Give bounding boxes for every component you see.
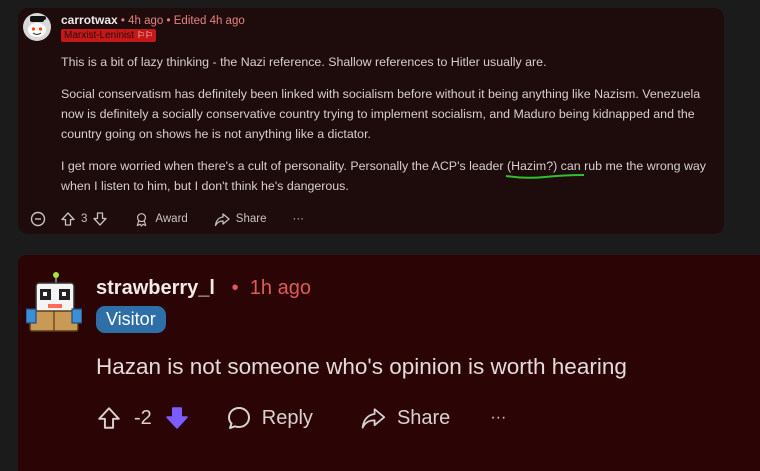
paragraph: I get more worried when there's a cult o… bbox=[61, 156, 711, 196]
upvote-icon[interactable] bbox=[96, 405, 122, 431]
highlighted-text: (Hazim?) bbox=[505, 156, 584, 179]
timestamp[interactable]: 4h ago bbox=[128, 15, 163, 27]
flair-label: Visitor bbox=[106, 309, 156, 329]
vote-controls: -2 bbox=[96, 405, 190, 431]
upvote-icon[interactable] bbox=[60, 211, 76, 227]
comment-strawberry-l: strawberry_l • 1h ago Visitor Hazan is n… bbox=[18, 255, 760, 471]
user-flair: Marxist-Leninist ⚐⚐ bbox=[61, 29, 156, 42]
award-icon bbox=[137, 212, 147, 227]
username[interactable]: strawberry_l bbox=[96, 277, 215, 299]
share-icon bbox=[214, 212, 230, 226]
paragraph: Social conservatism has definitely been … bbox=[61, 87, 701, 141]
share-label: Share bbox=[235, 213, 267, 225]
comment-body: This is a bit of lazy thinking - the Naz… bbox=[61, 52, 711, 208]
collapse-icon bbox=[30, 211, 46, 227]
reply-button[interactable]: Reply bbox=[226, 405, 313, 431]
user-flair: Visitor bbox=[96, 306, 166, 333]
timestamp[interactable]: 1h ago bbox=[250, 277, 311, 299]
snoo-avatar-icon bbox=[23, 13, 51, 41]
share-label: Share bbox=[396, 406, 451, 429]
comment-thread: carrotwax • 4h ago • Edited 4h ago Marxi… bbox=[0, 0, 760, 471]
more-options-button[interactable]: ··· bbox=[490, 409, 506, 427]
flair-label: Marxist-Leninist bbox=[64, 30, 135, 41]
reply-label: Reply bbox=[261, 406, 313, 429]
more-options-icon: ··· bbox=[490, 409, 507, 426]
highlight-label: (Hazim?) bbox=[506, 159, 558, 173]
robot-avatar-icon bbox=[25, 272, 83, 332]
collapse-button[interactable] bbox=[30, 211, 46, 227]
award-button[interactable]: Award bbox=[134, 212, 188, 227]
green-underline-mark bbox=[505, 174, 584, 179]
downvote-active-icon[interactable] bbox=[164, 405, 190, 431]
paragraph: This is a bit of lazy thinking - the Naz… bbox=[61, 55, 547, 69]
separator-dot: • bbox=[166, 15, 174, 27]
paragraph-text: I get more worried when there's a cult o… bbox=[61, 159, 507, 173]
user-avatar[interactable] bbox=[25, 271, 83, 333]
share-button[interactable]: Share bbox=[359, 406, 450, 430]
user-avatar[interactable] bbox=[22, 12, 52, 42]
comment-actions: 3 Award Share ··· bbox=[30, 208, 330, 230]
comment-carrotwax: carrotwax • 4h ago • Edited 4h ago Marxi… bbox=[18, 8, 724, 234]
reply-icon bbox=[227, 407, 250, 429]
more-options-icon: ··· bbox=[292, 213, 304, 225]
separator-dot: • bbox=[220, 277, 245, 299]
share-button[interactable]: Share bbox=[214, 212, 267, 227]
vote-count: 3 bbox=[81, 213, 88, 225]
username[interactable]: carrotwax bbox=[61, 13, 118, 27]
comment-meta: carrotwax • 4h ago • Edited 4h ago bbox=[61, 13, 245, 27]
award-label: Award bbox=[155, 213, 188, 225]
flag-icon: ⚐⚐ bbox=[136, 30, 153, 40]
share-icon bbox=[361, 408, 386, 429]
vote-count: -2 bbox=[134, 406, 152, 429]
comment-body: Hazan is not someone who's opinion is wo… bbox=[96, 354, 627, 379]
vote-controls: 3 bbox=[60, 211, 108, 227]
comment-meta: strawberry_l • 1h ago bbox=[96, 277, 311, 300]
more-options-button[interactable]: ··· bbox=[292, 213, 304, 225]
edited-timestamp: Edited 4h ago bbox=[173, 15, 245, 27]
downvote-icon[interactable] bbox=[92, 211, 108, 227]
comment-actions: -2 Reply Share ··· bbox=[96, 401, 506, 435]
